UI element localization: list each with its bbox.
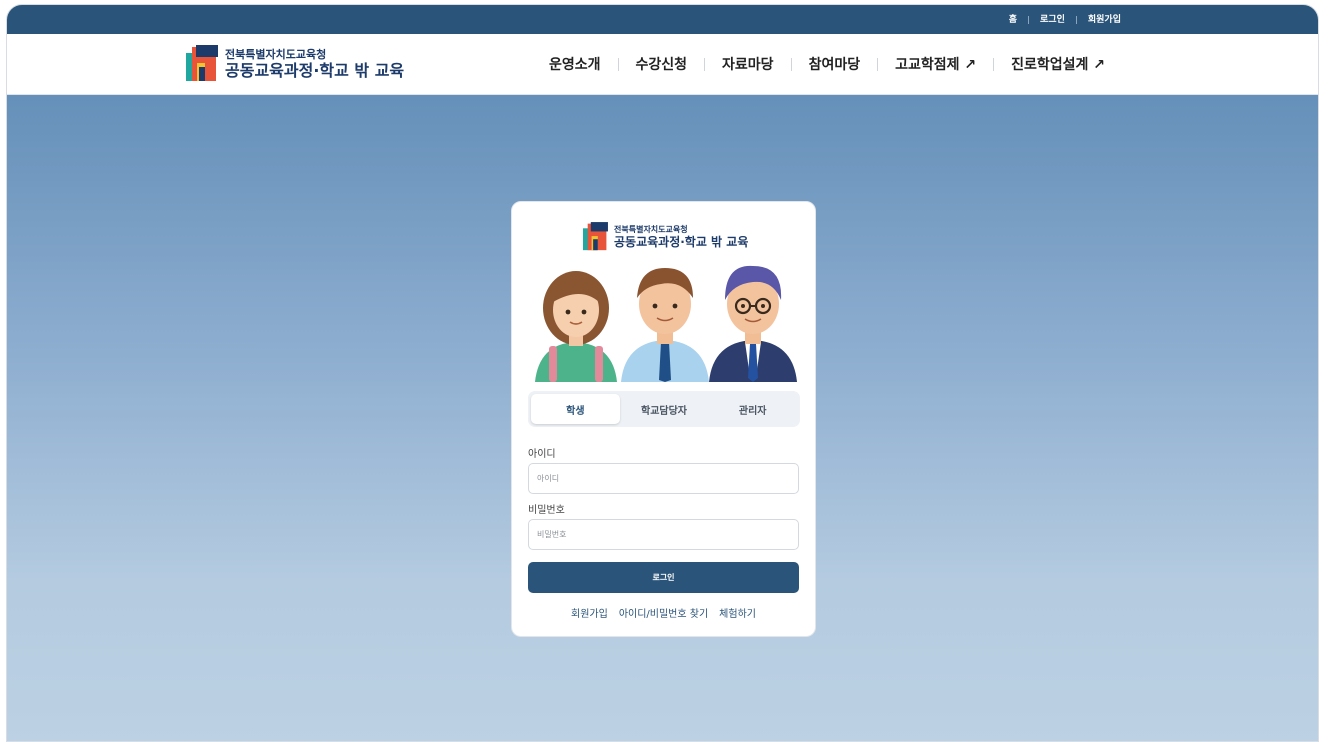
logo-text: 전북특별자치도교육청 공동교육과정·학교 밖 교육 — [614, 225, 748, 249]
browser-frame: 홈 로그인 회원가입 전북특별자치도교육청 공동교육과정·학교 밖 교육 운영소… — [6, 4, 1319, 742]
users-illustration — [535, 265, 797, 382]
id-input[interactable] — [528, 463, 799, 494]
logo-org-name: 전북특별자치도교육청 — [225, 47, 327, 61]
password-input[interactable] — [528, 519, 799, 550]
find-account-link[interactable]: 아이디/비밀번호 찾기 — [619, 605, 708, 620]
password-label: 비밀번호 — [528, 505, 565, 516]
user-type-tabs: 학생 학교담당자 관리자 — [528, 391, 800, 427]
menu-item-community[interactable]: 참여마당 — [792, 54, 878, 74]
teacher-figure — [621, 268, 709, 382]
home-link[interactable]: 홈 — [998, 15, 1028, 25]
login-link[interactable]: 로그인 — [1029, 15, 1076, 25]
tab-student[interactable]: 학생 — [531, 394, 620, 424]
trial-link[interactable]: 체험하기 — [719, 605, 756, 620]
admin-figure — [709, 265, 797, 382]
id-label: 아이디 — [528, 449, 556, 460]
menu-item-enrollment[interactable]: 수강신청 — [619, 54, 705, 74]
login-footer-links: 회원가입 아이디/비밀번호 찾기 체험하기 — [512, 605, 815, 620]
login-button[interactable]: 로그인 — [528, 562, 799, 593]
logo-site-name: 공동교육과정·학교 밖 교육 — [225, 60, 405, 80]
site-logo[interactable]: 전북특별자치도교육청 공동교육과정·학교 밖 교육 — [186, 45, 404, 82]
logo-site-name: 공동교육과정·학교 밖 교육 — [614, 234, 749, 249]
logo-text: 전북특별자치도교육청 공동교육과정·학교 밖 교육 — [225, 48, 404, 80]
signup-link[interactable]: 회원가입 — [571, 605, 608, 620]
menu-item-credit-system[interactable]: 고교학점제 ↗ — [878, 54, 993, 74]
main-menu: 운영소개 수강신청 자료마당 참여마당 고교학점제 ↗ 진로학업설계 ↗ — [532, 34, 1122, 94]
login-card: 전북특별자치도교육청 공동교육과정·학교 밖 교육 학생 학교담당자 관리자 아… — [511, 201, 816, 637]
menu-item-career-design[interactable]: 진로학업설계 ↗ — [994, 54, 1122, 74]
logo-mark-icon — [583, 222, 608, 251]
tab-school-staff[interactable]: 학교담당자 — [620, 394, 709, 424]
tab-admin[interactable]: 관리자 — [708, 394, 797, 424]
menu-item-resources[interactable]: 자료마당 — [705, 54, 791, 74]
login-card-logo: 전북특별자치도교육청 공동교육과정·학교 밖 교육 — [583, 218, 748, 255]
main-navbar: 전북특별자치도교육청 공동교육과정·학교 밖 교육 운영소개 수강신청 자료마당… — [7, 34, 1318, 95]
utility-bar: 홈 로그인 회원가입 — [7, 5, 1318, 34]
student-figure — [535, 271, 617, 382]
logo-org-name: 전북특별자치도교육청 — [614, 224, 688, 234]
signup-link[interactable]: 회원가입 — [1077, 15, 1132, 25]
logo-mark-icon — [186, 45, 218, 82]
menu-item-about[interactable]: 운영소개 — [532, 54, 618, 74]
